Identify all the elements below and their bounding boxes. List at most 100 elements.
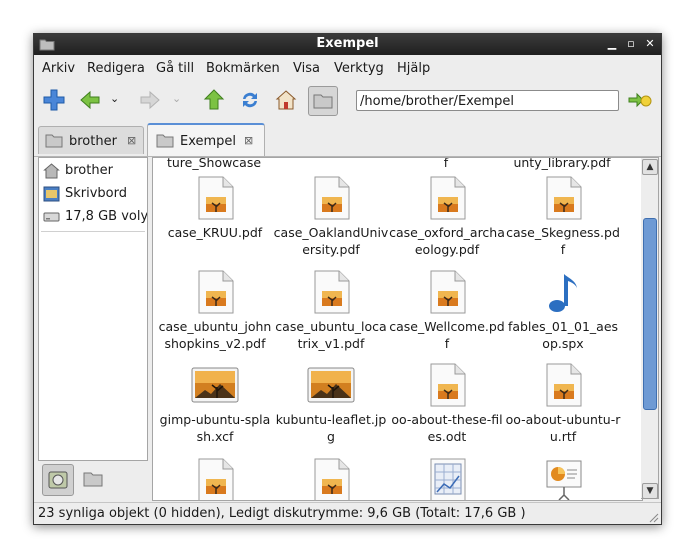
back-history-dropdown[interactable]: ⌄ [108, 86, 122, 114]
tab-label: Exempel [180, 134, 237, 149]
file-name: kubuntu-leaflet.jpg [275, 412, 387, 444]
sidebar-item-volume[interactable]: 17,8 GB volym [39, 206, 147, 228]
folder-icon [313, 94, 333, 109]
file-name: case_oxford_archaeology.pdf [389, 225, 505, 257]
file-item[interactable]: oo-about-ubuntu-ru.rtf [505, 363, 621, 453]
new-tab-button[interactable] [40, 86, 68, 114]
file-item[interactable]: case_KRUU.pdf [157, 176, 273, 266]
menu-visa[interactable]: Visa [293, 61, 320, 76]
file-item[interactable] [157, 458, 273, 500]
sidebar-item-home[interactable]: brother [39, 160, 147, 182]
presentation-icon [545, 458, 583, 500]
reload-button[interactable] [236, 86, 264, 114]
vertical-scrollbar[interactable]: ▲ ▼ [641, 157, 659, 499]
toolbar: ⌄ ⌄ /home/brother/Exempel [34, 82, 661, 122]
file-item[interactable]: kubuntu-leaflet.jpg [273, 363, 389, 453]
back-button[interactable] [76, 86, 104, 114]
file-item[interactable] [505, 458, 621, 500]
menu-redigera[interactable]: Redigera [87, 61, 145, 76]
minimize-button[interactable]: ▁ [605, 37, 619, 51]
pdf-icon [429, 270, 467, 314]
file-name: fables_01_01_aesop.spx [507, 319, 619, 351]
scroll-down-button[interactable]: ▼ [642, 483, 658, 499]
file-item[interactable]: fables_01_01_aesop.spx [505, 270, 621, 360]
tab-bar: brother ⊠ Exempel ⊠ [34, 122, 661, 157]
close-button[interactable]: ✕ [643, 37, 657, 51]
file-item[interactable]: oo-about-these-files.odt [389, 363, 505, 453]
file-item[interactable]: case_oxford_archaeology.pdf [389, 176, 505, 266]
partial-file-label: unty_library.pdf [513, 157, 611, 170]
file-name: case_ubuntu_johnshopkins_v2.pdf [158, 319, 272, 351]
sidebar-item-label: Skrivbord [65, 186, 128, 201]
file-name: gimp-ubuntu-splash.xcf [159, 412, 271, 444]
pdf-icon [197, 458, 235, 500]
maximize-button[interactable]: ▫ [624, 37, 638, 51]
pdf-icon [429, 176, 467, 220]
sidebar-item-label: brother [65, 163, 113, 178]
pdf-icon [313, 270, 351, 314]
tab-exempel[interactable]: Exempel ⊠ [147, 123, 265, 156]
resize-grip-icon[interactable] [647, 511, 659, 523]
tab-brother[interactable]: brother ⊠ [38, 126, 144, 154]
file-item[interactable]: case_Wellcome.pdf [389, 270, 505, 360]
file-name: case_Skegness.pdf [506, 225, 620, 257]
close-tab-icon[interactable]: ⊠ [127, 134, 136, 147]
address-input[interactable]: /home/brother/Exempel [356, 90, 619, 111]
menu-hjalp[interactable]: Hjälp [397, 61, 430, 76]
reload-icon [243, 92, 257, 108]
status-bar: 23 synliga objekt (0 hidden), Ledigt dis… [34, 502, 661, 524]
pdf-icon [545, 176, 583, 220]
sidebar-item-desktop[interactable]: Skrivbord [39, 183, 147, 205]
desktop-icon [43, 186, 60, 202]
menu-bokmarken[interactable]: Bokmärken [206, 61, 280, 76]
folder-icon [156, 134, 174, 148]
folder-icon [45, 134, 63, 148]
window-title: Exempel [316, 36, 379, 51]
image-icon [307, 367, 355, 411]
menu-verktyg[interactable]: Verktyg [334, 61, 384, 76]
file-view[interactable]: ture_Showcase f unty_library.pdf case_KR… [152, 157, 643, 501]
forward-button[interactable] [136, 86, 164, 114]
partial-file-label: f [443, 157, 449, 170]
menu-ga-till[interactable]: Gå till [156, 61, 194, 76]
go-button[interactable] [625, 86, 653, 114]
file-name: case_ubuntu_locatrix_v1.pdf [275, 319, 387, 351]
forward-history-dropdown[interactable]: ⌄ [170, 86, 184, 114]
scroll-thumb[interactable] [643, 218, 657, 410]
spreadsheet-icon [429, 458, 467, 500]
file-item[interactable]: case_ubuntu_locatrix_v1.pdf [273, 270, 389, 360]
close-tab-icon[interactable]: ⊠ [244, 134, 253, 147]
tab-label: brother [69, 134, 117, 149]
menubar: Arkiv Redigera Gå till Bokmärken Visa Ve… [34, 56, 661, 80]
home-button[interactable] [272, 86, 300, 114]
file-name: oo-about-these-files.odt [391, 412, 503, 444]
sidebar-divider [41, 231, 145, 232]
chevron-down-icon: ⌄ [172, 92, 182, 105]
partial-file-label: ture_Showcase [166, 157, 262, 170]
file-item[interactable]: case_Skegness.pdf [505, 176, 621, 266]
file-item[interactable]: gimp-ubuntu-splash.xcf [157, 363, 273, 453]
pdf-icon [313, 176, 351, 220]
pdf-icon [545, 363, 583, 407]
places-view-button[interactable] [42, 464, 74, 496]
scroll-up-button[interactable]: ▲ [642, 159, 658, 175]
drive-icon [48, 471, 68, 489]
home-icon [43, 163, 60, 179]
up-button[interactable] [200, 86, 228, 114]
status-text: 23 synliga objekt (0 hidden), Ledigt dis… [38, 506, 526, 521]
titlebar[interactable]: Exempel ▁ ▫ ✕ [34, 34, 661, 55]
up-arrow-icon [203, 89, 225, 110]
image-icon [191, 367, 239, 411]
sidebar-item-label: 17,8 GB volym [65, 209, 147, 224]
file-item[interactable] [389, 458, 505, 500]
file-item[interactable] [273, 458, 389, 500]
file-item[interactable]: case_OaklandUniversity.pdf [273, 176, 389, 266]
tree-view-button[interactable] [78, 464, 108, 494]
places-sidebar: brother Skrivbord 17,8 GB volym [38, 157, 148, 461]
home-icon [275, 90, 297, 110]
menu-arkiv[interactable]: Arkiv [42, 61, 75, 76]
drive-icon [43, 212, 60, 222]
location-toggle-button[interactable] [308, 86, 338, 116]
go-icon [628, 92, 652, 108]
file-item[interactable]: case_ubuntu_johnshopkins_v2.pdf [157, 270, 273, 360]
